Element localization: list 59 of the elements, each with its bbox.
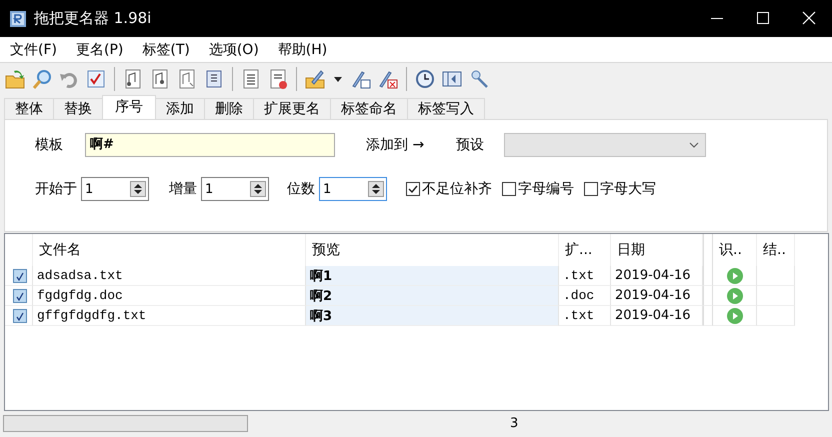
clock-icon[interactable]: [414, 68, 436, 90]
template-field[interactable]: 啊#: [85, 133, 335, 157]
checkbox[interactable]: 不足位补齐: [406, 180, 492, 198]
pencil-folder-icon[interactable]: [304, 68, 326, 90]
tab[interactable]: 序号: [102, 95, 156, 119]
spin-arrows-icon[interactable]: [368, 181, 384, 197]
column-header[interactable]: 文件名: [33, 234, 306, 266]
play-icon: [726, 288, 742, 304]
checkbox[interactable]: 字母大写: [584, 180, 656, 198]
preset-label: 预设: [456, 136, 484, 154]
template-label: 模板: [35, 136, 63, 154]
number-spinner[interactable]: 1: [319, 177, 387, 201]
checkbox-icon[interactable]: [13, 268, 27, 282]
table-cell: gffgfdgdfg.txt: [33, 306, 306, 326]
menu-item[interactable]: 帮助(H): [270, 40, 336, 58]
table-cell: 啊1: [306, 266, 559, 286]
table-cell: 2019-04-16: [611, 306, 703, 326]
add-to-label: 添加到 →: [366, 136, 424, 154]
checkmark-icon[interactable]: [85, 68, 107, 90]
menu-item[interactable]: 更名(P): [68, 40, 132, 58]
table-cell: 2019-04-16: [611, 266, 703, 286]
checkbox-icon[interactable]: [406, 182, 420, 196]
table-cell: 啊3: [306, 306, 559, 326]
table-cell: .txt: [559, 266, 611, 286]
spinner-label: 位数: [287, 180, 315, 198]
number-spinner[interactable]: 1: [81, 177, 149, 201]
tab[interactable]: 整体: [4, 98, 54, 119]
magnifier-icon[interactable]: [31, 68, 53, 90]
spinner-label: 开始于: [35, 180, 77, 198]
play-icon: [726, 268, 742, 284]
spin-arrows-icon[interactable]: [130, 181, 146, 197]
checkbox-icon[interactable]: [13, 288, 27, 302]
table-cell: 啊2: [306, 286, 559, 306]
table-cell: 2019-04-16: [611, 286, 703, 306]
table-cell: .doc: [559, 286, 611, 306]
checkbox-icon[interactable]: [13, 308, 27, 322]
menu-item[interactable]: 选项(O): [200, 40, 267, 58]
number-spinner[interactable]: 1: [201, 177, 269, 201]
chevron-icon: [689, 142, 700, 148]
window-title: 拖把更名器 1.98i: [34, 9, 152, 28]
checkbox[interactable]: 字母编号: [502, 180, 574, 198]
column-header[interactable]: 日期: [611, 234, 703, 266]
spinner-label: 增量: [169, 180, 197, 198]
folder-arrow-icon[interactable]: [4, 68, 26, 90]
file-count: 3: [510, 416, 518, 430]
column-header[interactable]: 扩...: [559, 234, 611, 266]
play-icon: [726, 308, 742, 324]
spin-arrows-icon[interactable]: [250, 181, 266, 197]
column-header[interactable]: 识..: [713, 234, 757, 266]
app-icon: [10, 10, 26, 26]
menu-item[interactable]: 标签(T): [134, 40, 198, 58]
checkbox-icon[interactable]: [502, 182, 516, 196]
checkbox-icon[interactable]: [584, 182, 598, 196]
menu-item[interactable]: 文件(F): [2, 40, 65, 58]
tab[interactable]: 标签写入: [407, 98, 485, 119]
table-cell: fgdgfdg.doc: [33, 286, 306, 306]
table-cell: adsadsa.txt: [33, 266, 306, 286]
table-cell: .txt: [559, 306, 611, 326]
column-header[interactable]: 结..: [757, 234, 795, 266]
